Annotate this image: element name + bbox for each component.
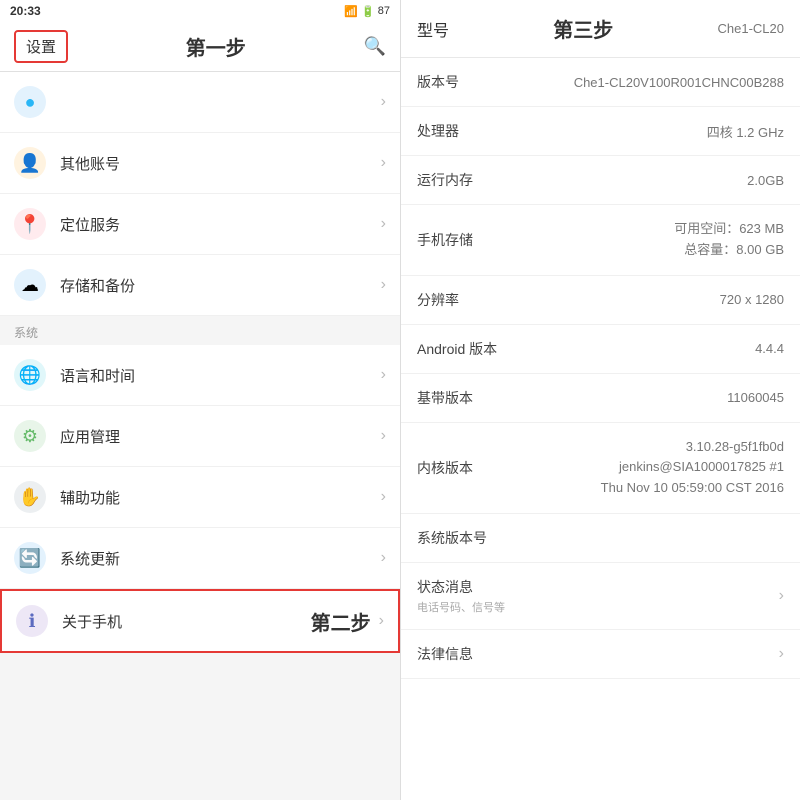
info-row-system-version: 系统版本号 bbox=[401, 514, 800, 563]
status-bar: 20:33 📶 🔋 87 bbox=[0, 0, 400, 22]
item-label: 辅助功能 bbox=[60, 487, 381, 508]
resolution-label: 分辨率 bbox=[417, 290, 497, 310]
processor-label: 处理器 bbox=[417, 121, 497, 141]
menu-item-about-phone[interactable]: ℹ 关于手机 第二步 › bbox=[0, 589, 400, 653]
item-label: 定位服务 bbox=[60, 214, 381, 235]
info-row-baseband: 基带版本 11060045 bbox=[401, 374, 800, 423]
item-icon: ● bbox=[14, 86, 46, 118]
kernel-value: 3.10.28-g5f1fb0djenkins@SIA1000017825 #1… bbox=[507, 437, 784, 499]
menu-item-language[interactable]: 🌐 语言和时间 › bbox=[0, 345, 400, 406]
status-time: 20:33 bbox=[10, 4, 41, 18]
item-label: 存储和备份 bbox=[60, 275, 381, 296]
search-icon[interactable]: 🔍 bbox=[364, 36, 386, 57]
settings-button[interactable]: 设置 bbox=[14, 30, 68, 63]
item-icon: 🔄 bbox=[14, 542, 46, 574]
status-icons: 📶 🔋 87 bbox=[344, 5, 390, 18]
menu-item-storage[interactable]: ☁ 存储和备份 › bbox=[0, 255, 400, 316]
info-row-resolution: 分辨率 720 x 1280 bbox=[401, 276, 800, 325]
system-version-label: 系统版本号 bbox=[417, 528, 497, 548]
baseband-label: 基带版本 bbox=[417, 388, 497, 408]
about-icon: ℹ bbox=[16, 605, 48, 637]
item-icon: 📍 bbox=[14, 208, 46, 240]
info-row-kernel: 内核版本 3.10.28-g5f1fb0djenkins@SIA10000178… bbox=[401, 423, 800, 514]
resolution-value: 720 x 1280 bbox=[507, 292, 784, 307]
item-icon: ⚙ bbox=[14, 420, 46, 452]
chevron-right-icon: › bbox=[779, 645, 784, 663]
chevron-right-icon: › bbox=[381, 549, 386, 567]
top-bar: 设置 第一步 🔍 bbox=[0, 22, 400, 72]
info-row-ram: 运行内存 2.0GB bbox=[401, 156, 800, 205]
status-info-labels: 状态消息 电话号码、信号等 bbox=[417, 577, 505, 615]
left-panel: 20:33 📶 🔋 87 设置 第一步 🔍 ● › 👤 其他账号 › 📍 定位服… bbox=[0, 0, 400, 800]
section-label-system: 系统 bbox=[0, 316, 400, 345]
chevron-right-icon: › bbox=[381, 93, 386, 111]
menu-item-accessibility[interactable]: ✋ 辅助功能 › bbox=[0, 467, 400, 528]
info-row-processor: 处理器 四核 1.2 GHz bbox=[401, 107, 800, 156]
item-label: 应用管理 bbox=[60, 426, 381, 447]
chevron-right-icon: › bbox=[381, 215, 386, 233]
step2-label: 第二步 bbox=[311, 607, 371, 636]
legal-label: 法律信息 bbox=[417, 644, 497, 664]
right-header: 型号 第三步 Che1-CL20 bbox=[401, 0, 800, 58]
about-phone-label: 关于手机 bbox=[62, 611, 303, 632]
left-panel-title: 第一步 bbox=[186, 32, 246, 61]
item-icon: 🌐 bbox=[14, 359, 46, 391]
item-label: 系统更新 bbox=[60, 548, 381, 569]
list-item[interactable]: ● › bbox=[0, 72, 400, 133]
battery-level: 87 bbox=[378, 5, 390, 17]
chevron-right-icon: › bbox=[381, 154, 386, 172]
item-label: 其他账号 bbox=[60, 153, 381, 174]
chevron-right-icon: › bbox=[381, 488, 386, 506]
chevron-right-icon: › bbox=[381, 276, 386, 294]
step3-label: 第三步 bbox=[553, 14, 613, 43]
chevron-right-icon: › bbox=[379, 612, 384, 630]
about-row: ℹ 关于手机 第二步 › bbox=[16, 605, 384, 637]
right-panel: 型号 第三步 Che1-CL20 版本号 Che1-CL20V100R001CH… bbox=[400, 0, 800, 800]
info-row-storage: 手机存储 可用空间：623 MB总容量：8.00 GB bbox=[401, 205, 800, 276]
menu-item-location[interactable]: 📍 定位服务 › bbox=[0, 194, 400, 255]
info-row-android-version: Android 版本 4.4.4 bbox=[401, 325, 800, 374]
chevron-right-icon: › bbox=[381, 366, 386, 384]
menu-item-app-management[interactable]: ⚙ 应用管理 › bbox=[0, 406, 400, 467]
android-version-value: 4.4.4 bbox=[507, 341, 784, 356]
info-row-status[interactable]: 状态消息 电话号码、信号等 › bbox=[401, 563, 800, 630]
version-value: Che1-CL20V100R001CHNC00B288 bbox=[507, 75, 784, 90]
android-version-label: Android 版本 bbox=[417, 339, 497, 359]
model-value: Che1-CL20 bbox=[717, 21, 784, 36]
baseband-value: 11060045 bbox=[507, 390, 784, 405]
status-signal-icons: 📶 🔋 bbox=[344, 5, 374, 18]
processor-value: 四核 1.2 GHz bbox=[507, 122, 784, 141]
status-sublabel: 电话号码、信号等 bbox=[417, 599, 505, 615]
menu-item-other-accounts[interactable]: 👤 其他账号 › bbox=[0, 133, 400, 194]
item-icon: 👤 bbox=[14, 147, 46, 179]
storage-label: 手机存储 bbox=[417, 230, 497, 250]
model-label: 型号 bbox=[417, 17, 449, 41]
chevron-right-icon: › bbox=[779, 587, 784, 605]
item-label: 语言和时间 bbox=[60, 365, 381, 386]
storage-value: 可用空间：623 MB总容量：8.00 GB bbox=[507, 219, 784, 261]
chevron-right-icon: › bbox=[381, 427, 386, 445]
item-icon: ✋ bbox=[14, 481, 46, 513]
item-icon: ☁ bbox=[14, 269, 46, 301]
ram-label: 运行内存 bbox=[417, 170, 497, 190]
info-row-legal[interactable]: 法律信息 › bbox=[401, 630, 800, 679]
version-label: 版本号 bbox=[417, 72, 497, 92]
menu-item-system-update[interactable]: 🔄 系统更新 › bbox=[0, 528, 400, 589]
info-row-version: 版本号 Che1-CL20V100R001CHNC00B288 bbox=[401, 58, 800, 107]
ram-value: 2.0GB bbox=[507, 173, 784, 188]
kernel-label: 内核版本 bbox=[417, 458, 497, 478]
status-label: 状态消息 bbox=[417, 577, 505, 597]
